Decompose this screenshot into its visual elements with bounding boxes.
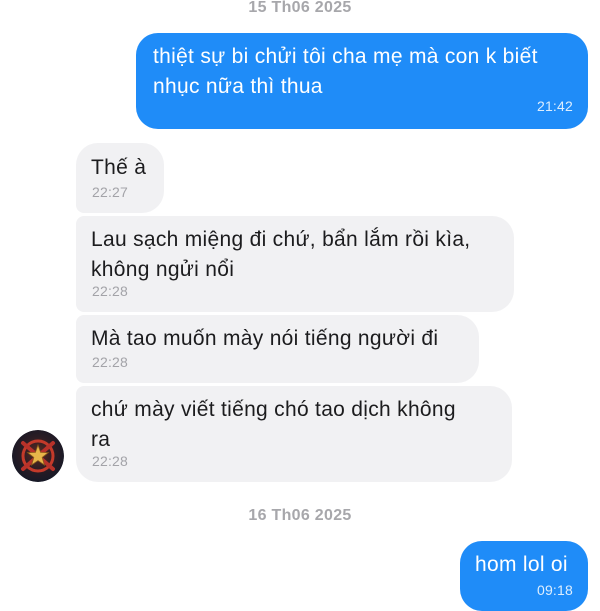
message-timestamp: 09:18 (536, 582, 573, 598)
message-timestamp: 22:27 (92, 184, 129, 200)
outgoing-message-bubble[interactable]: hom lol oi 09:18 (460, 541, 588, 611)
message-timestamp: 22:28 (92, 354, 129, 370)
message-text: Mà tao muốn mày nói tiếng người đi (91, 327, 439, 350)
incoming-message-bubble[interactable]: Mà tao muốn mày nói tiếng người đi 22:28 (76, 315, 479, 383)
message-timestamp: 21:42 (536, 98, 573, 114)
contact-avatar-icon[interactable] (12, 430, 64, 482)
message-timestamp: 22:28 (92, 453, 129, 469)
message-text: Lau sạch miệng đi chứ, bẩn lắm rồi kìa, … (91, 228, 471, 281)
message-text: chứ mày viết tiếng chó tao dịch không ra (91, 398, 456, 451)
date-separator: 15 Th06 2025 (248, 0, 352, 16)
incoming-message-bubble[interactable]: Lau sạch miệng đi chứ, bẩn lắm rồi kìa, … (76, 216, 514, 312)
message-timestamp: 22:28 (92, 283, 129, 299)
incoming-message-bubble[interactable]: chứ mày viết tiếng chó tao dịch không ra… (76, 386, 512, 482)
message-text: thiệt sự bi chửi tôi cha mẹ mà con k biế… (153, 45, 538, 98)
outgoing-message-bubble[interactable]: thiệt sự bi chửi tôi cha mẹ mà con k biế… (136, 33, 588, 129)
incoming-message-bubble[interactable]: Thế à 22:27 (76, 143, 164, 213)
avatar-emblem-icon (12, 430, 64, 482)
date-separator: 16 Th06 2025 (248, 507, 352, 524)
